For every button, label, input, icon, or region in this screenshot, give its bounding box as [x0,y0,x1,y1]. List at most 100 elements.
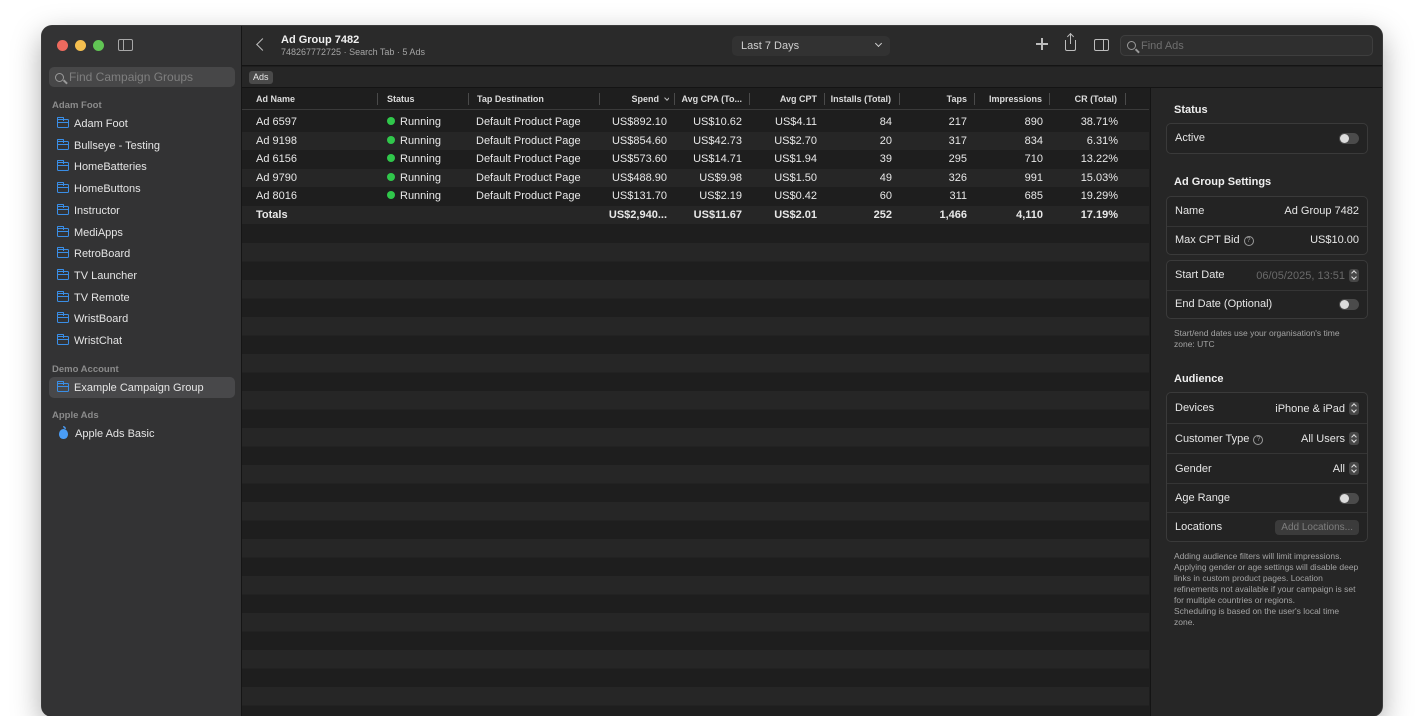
table-row[interactable]: Ad 9790 Running Default Product Page US$… [242,168,1149,187]
audience-group: Devices iPhone & iPad Customer Type? All… [1166,392,1368,542]
max-cpt-field[interactable]: US$10.00 [1310,234,1359,246]
section-apple-ads: Apple Ads [52,410,99,421]
column-divider[interactable] [1125,93,1126,105]
column-divider[interactable] [377,93,378,105]
folder-icon [56,334,69,345]
sidebar-item-wristboard[interactable]: WristBoard [49,308,235,329]
page-title: Ad Group 7482 [281,34,360,46]
stepper-icon[interactable] [1349,268,1359,282]
sidebar-item-wristchat[interactable]: WristChat [49,330,235,351]
active-row: Active [1167,124,1367,153]
campaign-group-search-input[interactable] [69,70,229,84]
folder-icon [56,160,69,171]
max-cpt-row[interactable]: Max CPT Bid? US$10.00 [1167,225,1367,255]
column-taps[interactable]: Taps [902,88,967,110]
sidebar-item-adam-foot[interactable]: Adam Foot [49,113,235,134]
name-row[interactable]: Name Ad Group 7482 [1167,197,1367,226]
devices-row[interactable]: Devices iPhone & iPad [1167,393,1367,423]
table-row[interactable]: Ad 6597 Running Default Product Page US$… [242,113,1149,132]
sidebar-item-retroboard[interactable]: RetroBoard [49,243,235,264]
start-date-field[interactable]: 06/05/2025, 13:51 [1256,268,1359,282]
customer-type-select[interactable]: All Users [1301,432,1359,445]
column-divider[interactable] [899,93,900,105]
end-date-row: End Date (Optional) [1167,289,1367,319]
table-row[interactable]: Ad 6156 Running Default Product Page US$… [242,150,1149,169]
age-range-toggle[interactable] [1339,492,1359,504]
sidebar-item-homebatteries[interactable]: HomeBatteries [49,156,235,177]
column-status[interactable]: Status [387,88,467,110]
minimize-button[interactable] [75,40,86,51]
inspector-panel: Status Active Ad Group Settings Name Ad … [1150,88,1382,716]
find-ads-input[interactable] [1141,39,1361,52]
end-date-toggle[interactable] [1339,298,1359,310]
table-row[interactable]: Ad 8016 Running Default Product Page US$… [242,187,1149,206]
column-avg-cpa[interactable]: Avg CPA (To... [678,88,743,110]
sidebar-item-homebuttons[interactable]: HomeButtons [49,178,235,199]
folder-icon [56,269,69,280]
column-avg-cpt[interactable]: Avg CPT [752,88,817,110]
sidebar-item-tv-remote[interactable]: TV Remote [49,287,235,308]
devices-select[interactable]: iPhone & iPad [1275,401,1359,415]
back-chevron-icon[interactable] [256,38,269,51]
add-locations-button[interactable]: Add Locations... [1275,519,1359,535]
table-row[interactable]: Ad 9198 Running Default Product Page US$… [242,131,1149,151]
status-dot-icon [387,172,395,181]
gender-row[interactable]: Gender All [1167,453,1367,483]
status-group: Active [1166,123,1368,154]
add-icon[interactable] [1036,38,1048,50]
sidebar-item-mediapps[interactable]: MediApps [49,222,235,243]
sidebar: Adam Foot Adam Foot Bullseye - Testing H… [42,26,242,716]
date-note: Start/end dates use your organisation's … [1174,328,1340,349]
ad-group-settings-heading: Ad Group Settings [1174,176,1272,188]
folder-icon [56,204,69,215]
status-cell: Running [387,150,472,169]
campaign-group-search[interactable] [49,67,235,87]
column-divider[interactable] [824,93,825,105]
column-ad-name[interactable]: Ad Name [256,88,366,110]
column-tap-destination[interactable]: Tap Destination [477,88,597,110]
column-divider[interactable] [1049,93,1050,105]
folder-icon [56,226,69,237]
window-controls [57,40,104,51]
zoom-button[interactable] [93,40,104,51]
stepper-icon [1349,432,1359,445]
search-icon [55,72,64,82]
sidebar-item-example-campaign-group[interactable]: Example Campaign Group [49,377,235,398]
column-divider[interactable] [674,93,675,105]
column-divider[interactable] [599,93,600,105]
column-divider[interactable] [749,93,750,105]
sidebar-item-bullseye-testing[interactable]: Bullseye - Testing [49,135,235,156]
column-installs-total[interactable]: Installs (Total) [827,88,891,110]
customer-type-row[interactable]: Customer Type? All Users [1167,423,1367,453]
scope-chip-ads[interactable]: Ads [249,71,273,84]
share-icon[interactable] [1065,34,1076,51]
column-divider[interactable] [974,93,975,105]
audience-heading: Audience [1174,373,1224,385]
help-icon[interactable]: ? [1243,236,1254,247]
chevron-down-icon [874,39,883,48]
name-field[interactable]: Ad Group 7482 [1284,205,1359,217]
scope-bar: Ads [242,67,1382,88]
section-adam-foot: Adam Foot [52,100,102,111]
status-heading: Status [1174,104,1208,116]
apple-icon [59,425,68,439]
inspector-toggle-icon[interactable] [1094,39,1109,51]
date-range-select[interactable]: Last 7 Days [732,36,890,56]
sidebar-item-instructor[interactable]: Instructor [49,200,235,221]
sidebar-item-apple-ads-basic[interactable]: Apple Ads Basic [49,423,235,444]
column-spend[interactable]: Spend [602,88,669,110]
schedule-group: Start Date 06/05/2025, 13:51 End Date (O… [1166,260,1368,319]
help-icon[interactable]: ? [1253,434,1264,445]
table-header: Ad Name Status Tap Destination Spend Avg… [242,88,1149,110]
status-cell: Running [387,132,472,151]
sidebar-item-tv-launcher[interactable]: TV Launcher [49,265,235,286]
active-toggle[interactable] [1339,132,1359,144]
column-divider[interactable] [468,93,469,105]
column-cr-total[interactable]: CR (Total) [1052,88,1117,110]
close-button[interactable] [57,40,68,51]
column-impressions[interactable]: Impressions [977,88,1042,110]
find-ads-search[interactable] [1120,35,1373,56]
sidebar-toggle-icon[interactable] [118,39,133,51]
gender-select[interactable]: All [1333,462,1359,475]
status-cell: Running [387,113,472,132]
